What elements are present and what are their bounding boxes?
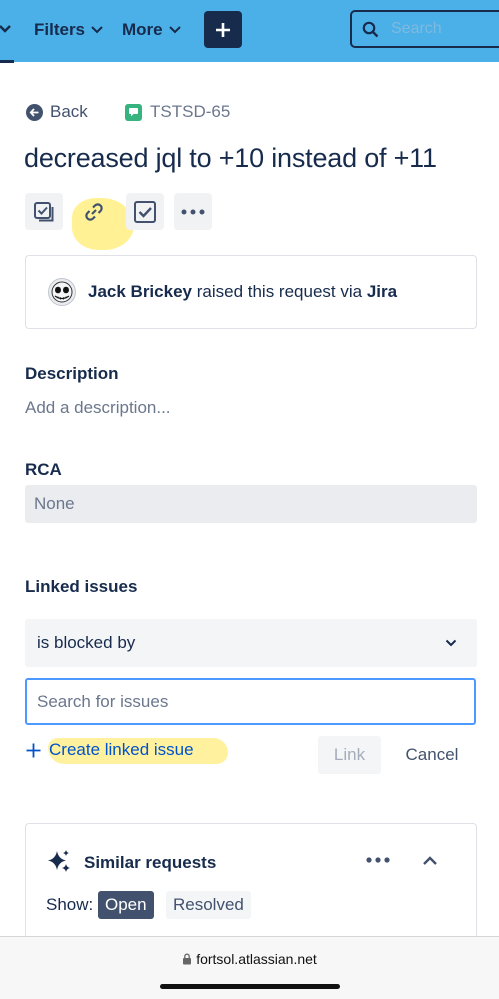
request-origin-card: Jack Brickey raised this request via Jir… xyxy=(25,255,477,329)
rca-label: RCA xyxy=(25,460,62,479)
reporter-name[interactable]: Jack Brickey xyxy=(88,282,192,301)
search-input[interactable]: Search xyxy=(350,10,499,48)
search-icon xyxy=(362,21,379,37)
cancel-button[interactable]: Cancel xyxy=(392,736,472,774)
issue-search-input[interactable]: Search for issues xyxy=(25,678,476,725)
link-icon xyxy=(85,202,103,221)
issue-key: TSTSD-65 xyxy=(150,102,231,121)
link-button[interactable]: Link xyxy=(318,736,381,774)
request-type-icon xyxy=(125,103,142,121)
back-button[interactable]: Back xyxy=(26,102,88,122)
filters-label: Filters xyxy=(34,20,86,39)
url-text: fortsol.atlassian.net xyxy=(196,951,317,967)
origin-channel: Jira xyxy=(366,282,398,301)
more-actions-button[interactable] xyxy=(174,193,212,230)
address-bar[interactable]: fortsol.atlassian.net xyxy=(0,951,499,967)
plus-icon xyxy=(26,743,41,757)
more-icon[interactable] xyxy=(365,852,391,868)
link-type-value: is blocked by xyxy=(37,633,136,652)
more-menu[interactable]: More xyxy=(122,0,181,60)
rca-field[interactable]: None xyxy=(25,485,477,523)
plus-icon xyxy=(216,22,230,37)
rca-value: None xyxy=(34,494,75,513)
more-icon xyxy=(181,209,205,214)
description-label: Description xyxy=(25,364,119,383)
show-filter-label: Show: xyxy=(46,895,94,914)
chevron-down-icon xyxy=(91,26,103,34)
home-indicator[interactable] xyxy=(160,984,340,989)
filter-open-button[interactable]: Open xyxy=(98,891,154,919)
skull-avatar-icon xyxy=(51,281,73,303)
more-label: More xyxy=(122,20,163,39)
chevron-down-icon xyxy=(445,639,457,647)
issue-key-link[interactable]: TSTSD-65 xyxy=(125,102,230,122)
description-field[interactable]: Add a description... xyxy=(25,398,171,418)
origin-middle-text: raised this request via xyxy=(196,282,363,301)
filters-menu[interactable]: Filters xyxy=(34,0,103,60)
search-placeholder: Search xyxy=(391,20,442,37)
create-linked-issue-label: Create linked issue xyxy=(49,740,194,759)
link-type-select[interactable]: is blocked by xyxy=(25,619,477,667)
lock-icon xyxy=(183,953,192,965)
create-button[interactable] xyxy=(204,11,242,48)
origin-text: Jack Brickey raised this request via Jir… xyxy=(88,282,397,302)
checklist-icon xyxy=(34,201,54,221)
active-tab-indicator xyxy=(0,60,14,63)
resolve-button[interactable] xyxy=(126,193,164,230)
checklist-button[interactable] xyxy=(25,193,63,230)
top-navigation-bar: Filters More Search xyxy=(0,0,499,63)
avatar[interactable] xyxy=(48,278,76,306)
browser-bottom-bar: fortsol.atlassian.net xyxy=(0,936,499,999)
issue-search-placeholder: Search for issues xyxy=(37,691,169,711)
link-issue-button[interactable] xyxy=(75,193,113,230)
back-label: Back xyxy=(50,102,88,121)
similar-requests-heading: Similar requests xyxy=(84,853,217,872)
create-linked-issue-button[interactable]: Create linked issue xyxy=(26,740,194,760)
chevron-down-icon[interactable] xyxy=(0,18,14,40)
linked-issues-label: Linked issues xyxy=(25,577,138,596)
back-arrow-icon xyxy=(26,103,43,121)
checkbox-icon xyxy=(134,200,156,223)
sparkle-icon xyxy=(48,850,70,872)
chevron-up-icon[interactable] xyxy=(422,855,438,867)
issue-title[interactable]: decreased jql to +10 instead of +11 xyxy=(24,143,494,174)
filter-resolved-button[interactable]: Resolved xyxy=(166,891,251,919)
chevron-down-icon xyxy=(168,26,181,34)
